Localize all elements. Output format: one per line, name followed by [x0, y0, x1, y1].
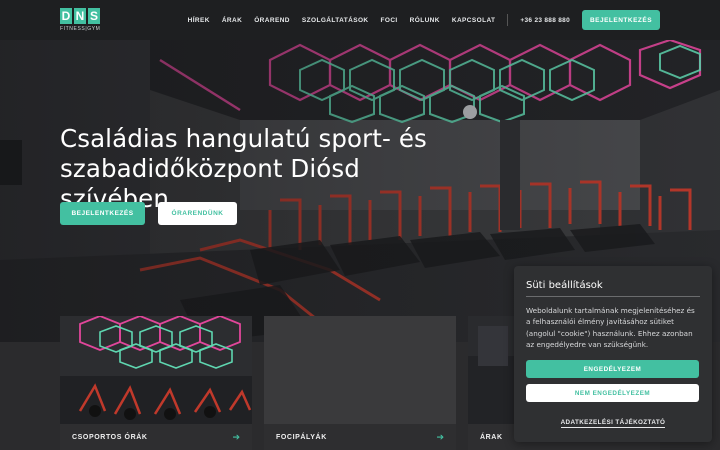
site-header: D N S FITNESS|GYM HÍREK ÁRAK ÓRAREND SZO…: [0, 0, 720, 40]
hero-schedule-button[interactable]: ÓRARENDÜNK: [158, 202, 237, 225]
nav-divider: [507, 14, 509, 26]
phone-link[interactable]: +36 23 888 880: [520, 17, 570, 24]
logo[interactable]: D N S FITNESS|GYM: [60, 8, 112, 32]
group-classes-photo: [60, 316, 252, 424]
logo-tile-s: S: [88, 8, 100, 24]
hero-login-button[interactable]: BEJELENTKEZÉS: [60, 202, 145, 225]
cookie-decline-button[interactable]: NEM ENGEDÉLYEZEM: [526, 384, 699, 403]
arrow-right-icon[interactable]: ➔: [232, 432, 240, 443]
privacy-policy-link-wrap: ADATKEZELÉSI TÁJÉKOZTATÓ: [526, 411, 700, 429]
privacy-policy-link[interactable]: ADATKEZELÉSI TÁJÉKOZTATÓ: [560, 419, 666, 429]
nav-item-kapcsolat[interactable]: KAPCSOLAT: [452, 17, 496, 24]
nav-item-rolunk[interactable]: RÓLUNK: [410, 17, 440, 24]
card-label: CSOPORTOS ÓRÁK: [72, 433, 148, 441]
header-login-button[interactable]: BEJELENTKEZÉS: [582, 10, 660, 30]
card-label: FOCIPÁLYÁK: [276, 433, 327, 441]
nav-item-szolgaltatasok[interactable]: SZOLGÁLTATÁSOK: [302, 17, 369, 24]
arrow-right-icon[interactable]: ➔: [436, 432, 444, 443]
card-label-bar: CSOPORTOS ÓRÁK ➔: [60, 424, 252, 450]
card-group-classes[interactable]: CSOPORTOS ÓRÁK ➔: [60, 316, 252, 450]
hero-title: Családias hangulatú sport- és szabadidők…: [60, 124, 427, 213]
cookie-accept-button[interactable]: ENGEDÉLYEZEM: [526, 360, 699, 379]
nav-item-foci[interactable]: FOCI: [381, 17, 398, 24]
card-label-bar: FOCIPÁLYÁK ➔: [264, 424, 456, 450]
logo-tile-d: D: [60, 8, 72, 24]
football-pitches-image: [264, 316, 456, 424]
main-nav: HÍREK ÁRAK ÓRAREND SZOLGÁLTATÁSOK FOCI R…: [176, 10, 660, 30]
card-football-pitches[interactable]: FOCIPÁLYÁK ➔: [264, 316, 456, 450]
cookie-description: Weboldalunk tartalmának megjelenítéséhez…: [526, 306, 695, 349]
cookie-consent-panel: Süti beállítások Weboldalunk tartalmának…: [514, 266, 712, 442]
card-label: ÁRAK: [480, 433, 503, 441]
logo-tiles: D N S: [60, 8, 100, 24]
nav-item-hirek[interactable]: HÍREK: [188, 17, 210, 24]
page: D N S FITNESS|GYM HÍREK ÁRAK ÓRAREND SZO…: [0, 0, 720, 450]
nav-item-orarend[interactable]: ÓRAREND: [254, 17, 290, 24]
cookie-divider: [526, 296, 700, 297]
logo-subtitle: FITNESS|GYM: [60, 26, 101, 32]
cookie-title: Süti beállítások: [526, 280, 603, 291]
logo-tile-n: N: [74, 8, 86, 24]
nav-item-arak[interactable]: ÁRAK: [222, 17, 242, 24]
